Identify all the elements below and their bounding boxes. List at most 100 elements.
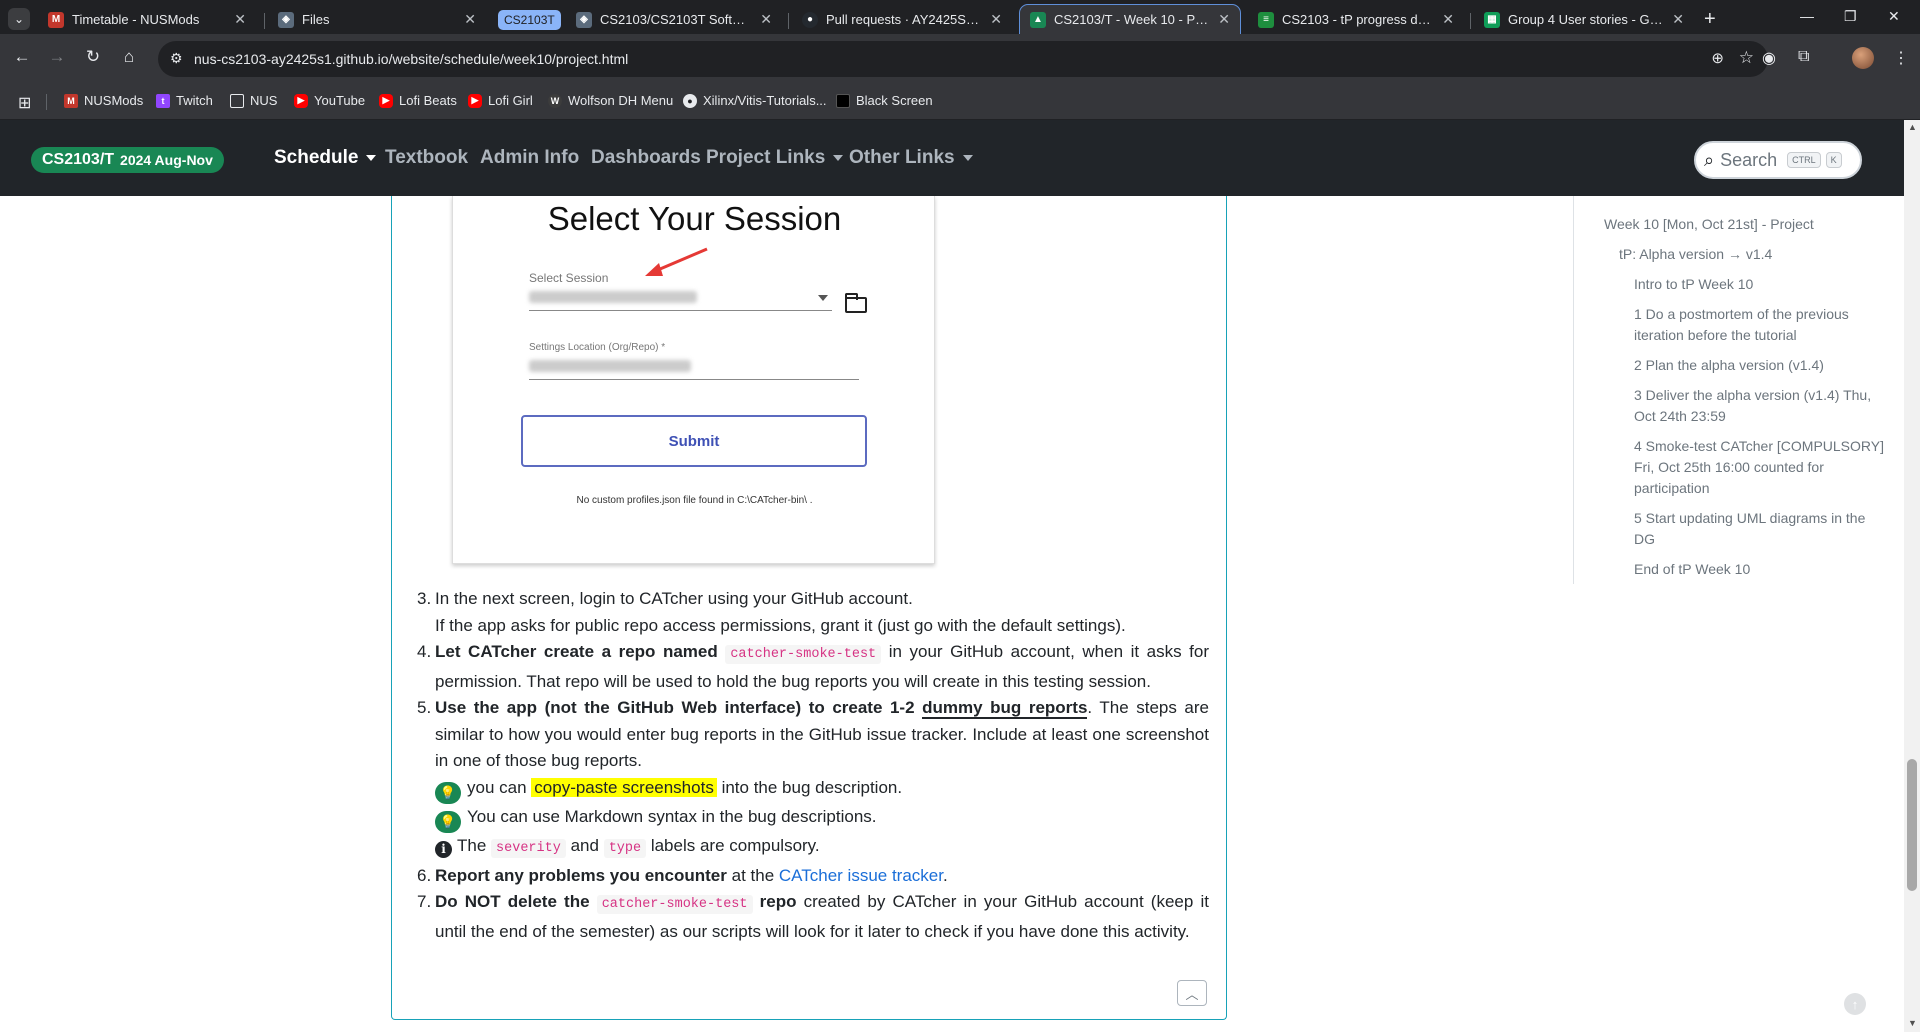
bookmark-lofi-girl[interactable]: ▶ Lofi Girl: [468, 93, 533, 108]
profile-avatar[interactable]: [1852, 47, 1874, 69]
forward-icon[interactable]: →: [45, 47, 69, 67]
graduation-cap-icon: ▲: [1030, 11, 1046, 28]
catcher-issue-tracker-link[interactable]: CATcher issue tracker: [779, 866, 943, 885]
browser-toolbar: ← → ↻ ⌂ ⚙ nus-cs2103-ay2425s1.github.io/…: [0, 34, 1920, 84]
bookmark-twitch[interactable]: t Twitch: [156, 93, 213, 108]
menu-kebab-icon[interactable]: ⋮: [1893, 48, 1909, 68]
tab-user-stories[interactable]: ▦ Group 4 User stories - Googl ✕: [1474, 5, 1694, 34]
scroll-down-arrow-icon[interactable]: ▼: [1908, 1018, 1917, 1028]
close-icon[interactable]: ✕: [1442, 11, 1454, 28]
github-icon: ●: [802, 11, 818, 28]
blurred-session-value: [529, 291, 697, 303]
site-brand-badge[interactable]: CS2103/T 2024 Aug-Nov: [31, 147, 224, 173]
nav-admin-info[interactable]: Admin Info: [480, 147, 579, 169]
new-tab-icon[interactable]: +: [1704, 8, 1716, 31]
toc-link[interactable]: 4 Smoke-test CATcher [COMPULSORY] Fri, O…: [1634, 436, 1884, 499]
bookmark-label: Xilinx/Vitis-Tutorials...: [703, 93, 827, 108]
tab-title: Files: [302, 12, 330, 27]
back-to-top-button[interactable]: ↑: [1844, 993, 1866, 1015]
nav-textbook[interactable]: Textbook: [385, 147, 468, 169]
bookmark-star-icon[interactable]: ☆: [1739, 48, 1754, 68]
youtube-icon: ▶: [468, 93, 482, 108]
caret-down-icon: [962, 154, 973, 161]
inline-code: catcher-smoke-test: [725, 645, 882, 664]
bookmark-lofi-beats[interactable]: ▶ Lofi Beats: [379, 93, 457, 108]
zoom-icon[interactable]: ⊕: [1711, 49, 1724, 67]
page-scrollbar[interactable]: [1904, 120, 1920, 1032]
step-bold-text: Let CATcher create a repo named: [435, 642, 718, 661]
address-bar[interactable]: ⚙ nus-cs2103-ay2425s1.github.io/website/…: [158, 41, 1768, 77]
site-info-icon[interactable]: ⚙: [170, 50, 183, 67]
extensions-puzzle-icon[interactable]: ⧉: [1798, 48, 1809, 66]
close-icon[interactable]: ✕: [990, 11, 1002, 28]
toc-border: [1573, 196, 1574, 584]
close-icon[interactable]: ✕: [1218, 11, 1230, 28]
toc-link[interactable]: End of tP Week 10: [1634, 559, 1884, 580]
step-number: 4.: [417, 642, 432, 661]
tab-group-chip[interactable]: CS2103T: [498, 10, 561, 30]
caret-down-icon: [833, 154, 844, 161]
toc-link[interactable]: 2 Plan the alpha version (v1.4): [1634, 355, 1884, 376]
bookmark-label: NUS: [250, 93, 278, 108]
search-icon: ⌕: [1704, 149, 1715, 170]
extension-glasses-icon[interactable]: ◉: [1762, 48, 1776, 68]
search-label: Search: [1720, 149, 1778, 170]
tab-divider: [788, 13, 789, 29]
step-6: 6. Report any problems you encounter at …: [417, 863, 1209, 890]
tab-progress-dashboard[interactable]: ≡ CS2103 - tP progress dashbo ✕: [1248, 5, 1464, 34]
browser-tab-bar: ⌄ M Timetable - NUSMods ✕ ◈ Files ✕ CS21…: [0, 0, 1920, 35]
bookmark-label: Lofi Girl: [488, 93, 533, 108]
close-icon[interactable]: ✕: [234, 11, 246, 28]
bookmark-black-screen[interactable]: Black Screen: [836, 93, 933, 108]
bookmark-nus-folder[interactable]: NUS: [230, 93, 277, 108]
toc-link[interactable]: tP: Alpha version → v1.4: [1619, 244, 1884, 265]
site-search-button[interactable]: ⌕ Search CTRL K: [1694, 141, 1862, 179]
close-icon[interactable]: ✕: [760, 11, 772, 28]
home-icon[interactable]: ⌂: [117, 47, 141, 67]
reload-icon[interactable]: ↻: [81, 47, 105, 67]
settings-location-field: [529, 356, 859, 380]
bookmark-nusmods[interactable]: M NUSMods: [64, 93, 143, 108]
step-text: If the app asks for public repo access p…: [435, 615, 1126, 635]
url-text[interactable]: nus-cs2103-ay2425s1.github.io/website/sc…: [194, 51, 628, 67]
nav-dashboards[interactable]: Dashboards: [591, 147, 701, 169]
toc-link[interactable]: Week 10 [Mon, Oct 21st] - Project: [1604, 214, 1884, 235]
step-bold-text: Use the app (not the GitHub Web interfac…: [435, 698, 915, 717]
bookmark-divider: [46, 94, 47, 110]
scroll-up-arrow-icon[interactable]: ▲: [1908, 122, 1917, 132]
toc-link[interactable]: 5 Start updating UML diagrams in the DG: [1634, 508, 1884, 550]
toc-link[interactable]: 3 Deliver the alpha version (v1.4) Thu, …: [1634, 385, 1884, 427]
nav-project-links[interactable]: Project Links: [706, 147, 844, 169]
nav-other-links[interactable]: Other Links: [849, 147, 973, 169]
brand-name: CS2103/T: [42, 151, 115, 168]
tab-search-dropdown[interactable]: ⌄: [8, 8, 30, 30]
close-window-icon[interactable]: ✕: [1888, 8, 1900, 25]
close-icon[interactable]: ✕: [1672, 11, 1684, 28]
lightbulb-icon: 💡: [435, 781, 461, 804]
bookmark-xilinx[interactable]: ● Xilinx/Vitis-Tutorials...: [683, 93, 827, 108]
tab-pull-requests[interactable]: ● Pull requests · AY2425S1-CS2 ✕: [792, 5, 1012, 34]
toc-link[interactable]: 1 Do a postmortem of the previous iterat…: [1634, 304, 1884, 346]
dummy-bug-reports-tooltip[interactable]: dummy bug reports: [922, 698, 1088, 719]
minimize-icon[interactable]: —: [1800, 8, 1814, 24]
nav-label: Admin Info: [480, 147, 580, 168]
tab-nusmods[interactable]: M Timetable - NUSMods ✕: [38, 5, 256, 34]
step-4: 4. Let CATcher create a repo named catch…: [417, 639, 1209, 695]
back-icon[interactable]: ←: [10, 47, 34, 67]
bookmark-youtube[interactable]: ▶ YouTube: [294, 93, 365, 108]
nav-schedule[interactable]: Schedule: [274, 147, 377, 169]
restore-icon[interactable]: ❐: [1844, 8, 1857, 25]
collapse-panel-button[interactable]: ︿: [1177, 980, 1207, 1006]
info-text: labels are compulsory.: [650, 836, 820, 855]
tab-week10-project[interactable]: ▲ CS2103/T - Week 10 - Project ✕: [1019, 4, 1241, 35]
step-text: at the: [731, 865, 775, 885]
tab-files[interactable]: ◈ Files ✕: [268, 5, 486, 34]
inline-code: severity: [491, 839, 566, 858]
scrollbar-thumb[interactable]: [1907, 759, 1917, 891]
steps-list: 3. In the next screen, login to CATcher …: [417, 586, 1209, 945]
toc-link[interactable]: Intro to tP Week 10: [1634, 274, 1884, 295]
apps-grid-icon[interactable]: ⊞: [18, 93, 31, 113]
tab-course-website[interactable]: ◈ CS2103/CS2103T Software En ✕: [566, 5, 782, 34]
close-icon[interactable]: ✕: [464, 11, 476, 28]
bookmark-wolfson-menu[interactable]: W Wolfson DH Menu: [548, 93, 673, 108]
